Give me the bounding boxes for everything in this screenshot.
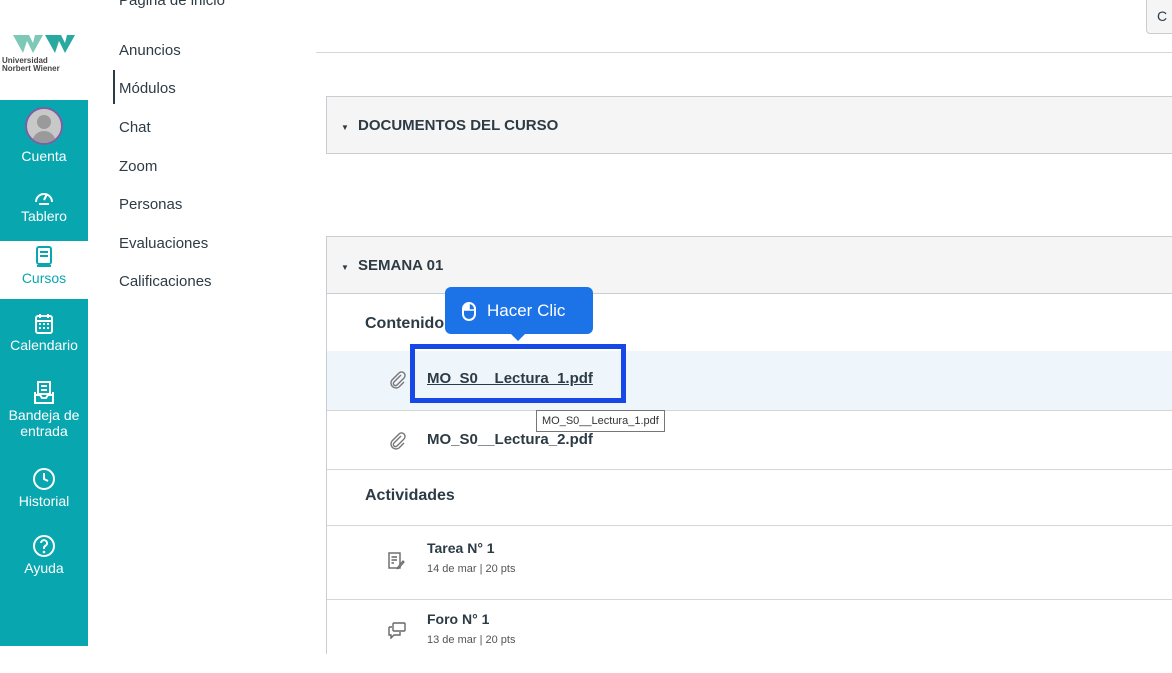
nav-calendar[interactable]: Calendario	[0, 313, 88, 353]
course-nav-chat[interactable]: Chat	[119, 119, 151, 136]
courses-icon	[36, 246, 52, 267]
course-nav-zoom[interactable]: Zoom	[119, 158, 157, 175]
nav-account-label: Cuenta	[21, 148, 67, 164]
highlight-box	[410, 344, 626, 403]
nav-help[interactable]: Ayuda	[0, 534, 88, 576]
help-icon	[33, 535, 55, 557]
calendar-icon	[35, 314, 53, 334]
logo[interactable]: Universidad Norbert Wiener	[0, 0, 88, 100]
history-icon	[33, 468, 55, 490]
course-nav-assessments[interactable]: Evaluaciones	[119, 235, 208, 252]
file-link[interactable]: MO_S0__Lectura_2.pdf	[427, 431, 593, 448]
subheader-contenido: Contenido	[365, 315, 445, 332]
hover-tooltip: MO_S0__Lectura_1.pdf	[536, 410, 665, 432]
course-nav-modules[interactable]: Módulos	[119, 80, 176, 97]
course-nav-announcements[interactable]: Anuncios	[119, 42, 181, 59]
callout-text: Hacer Clic	[487, 301, 566, 320]
attachment-icon	[390, 371, 406, 389]
collapse-caret-icon: ▼	[341, 123, 349, 132]
active-indicator	[113, 70, 115, 104]
activity-meta: 13 de mar | 20 pts	[427, 634, 516, 646]
university-logo-text: Universidad Norbert Wiener	[2, 56, 60, 73]
nav-history[interactable]: Historial	[0, 467, 88, 509]
discussion-icon	[388, 622, 406, 639]
nav-inbox-label: Bandeja de entrada	[8, 407, 80, 439]
list-item[interactable]: MO_S0__Lectura_2.pdf	[327, 410, 1172, 470]
nav-account[interactable]: Cuenta	[0, 107, 88, 164]
nav-history-label: Historial	[18, 493, 70, 509]
course-nav-grades[interactable]: Calificaciones	[119, 273, 212, 290]
activity-meta: 14 de mar | 20 pts	[427, 563, 516, 575]
top-right-button[interactable]: C	[1146, 0, 1172, 34]
mouse-icon	[462, 302, 476, 321]
nav-courses-label: Cursos	[21, 270, 67, 286]
global-nav: Universidad Norbert Wiener Cuenta Tabler…	[0, 0, 88, 646]
nav-calendar-label: Calendario	[10, 337, 78, 353]
subheader-row: Actividades	[327, 469, 1172, 526]
collapse-caret-icon: ▼	[341, 263, 349, 272]
university-logo-icon	[13, 35, 75, 53]
inbox-icon	[34, 381, 54, 404]
subheader-actividades: Actividades	[365, 487, 455, 504]
module-header-documentos[interactable]: ▼ DOCUMENTOS DEL CURSO	[326, 96, 1172, 154]
list-item[interactable]: Tarea N° 1 14 de mar | 20 pts	[327, 525, 1172, 600]
module-title: DOCUMENTOS DEL CURSO	[358, 117, 559, 134]
account-avatar-icon	[25, 107, 63, 145]
dashboard-icon	[35, 193, 53, 205]
nav-help-label: Ayuda	[24, 560, 64, 576]
attachment-icon	[390, 432, 406, 450]
assignment-icon	[388, 552, 405, 570]
nav-inbox[interactable]: Bandeja de entrada	[0, 381, 88, 439]
nav-courses[interactable]: Cursos	[0, 241, 88, 299]
course-nav-home[interactable]: Página de inicio	[119, 0, 225, 9]
activity-title[interactable]: Tarea N° 1	[427, 540, 495, 556]
nav-dashboard-label: Tablero	[21, 208, 67, 224]
click-callout: Hacer Clic	[445, 287, 593, 341]
nav-dashboard[interactable]: Tablero	[0, 186, 88, 224]
course-nav-people[interactable]: Personas	[119, 196, 182, 213]
module-title: SEMANA 01	[358, 257, 444, 274]
list-item[interactable]: Foro N° 1 13 de mar | 20 pts	[327, 599, 1172, 673]
module-header-semana-01[interactable]: ▼ SEMANA 01	[326, 236, 1172, 294]
activity-title[interactable]: Foro N° 1	[427, 611, 489, 627]
header-divider	[316, 52, 1172, 53]
